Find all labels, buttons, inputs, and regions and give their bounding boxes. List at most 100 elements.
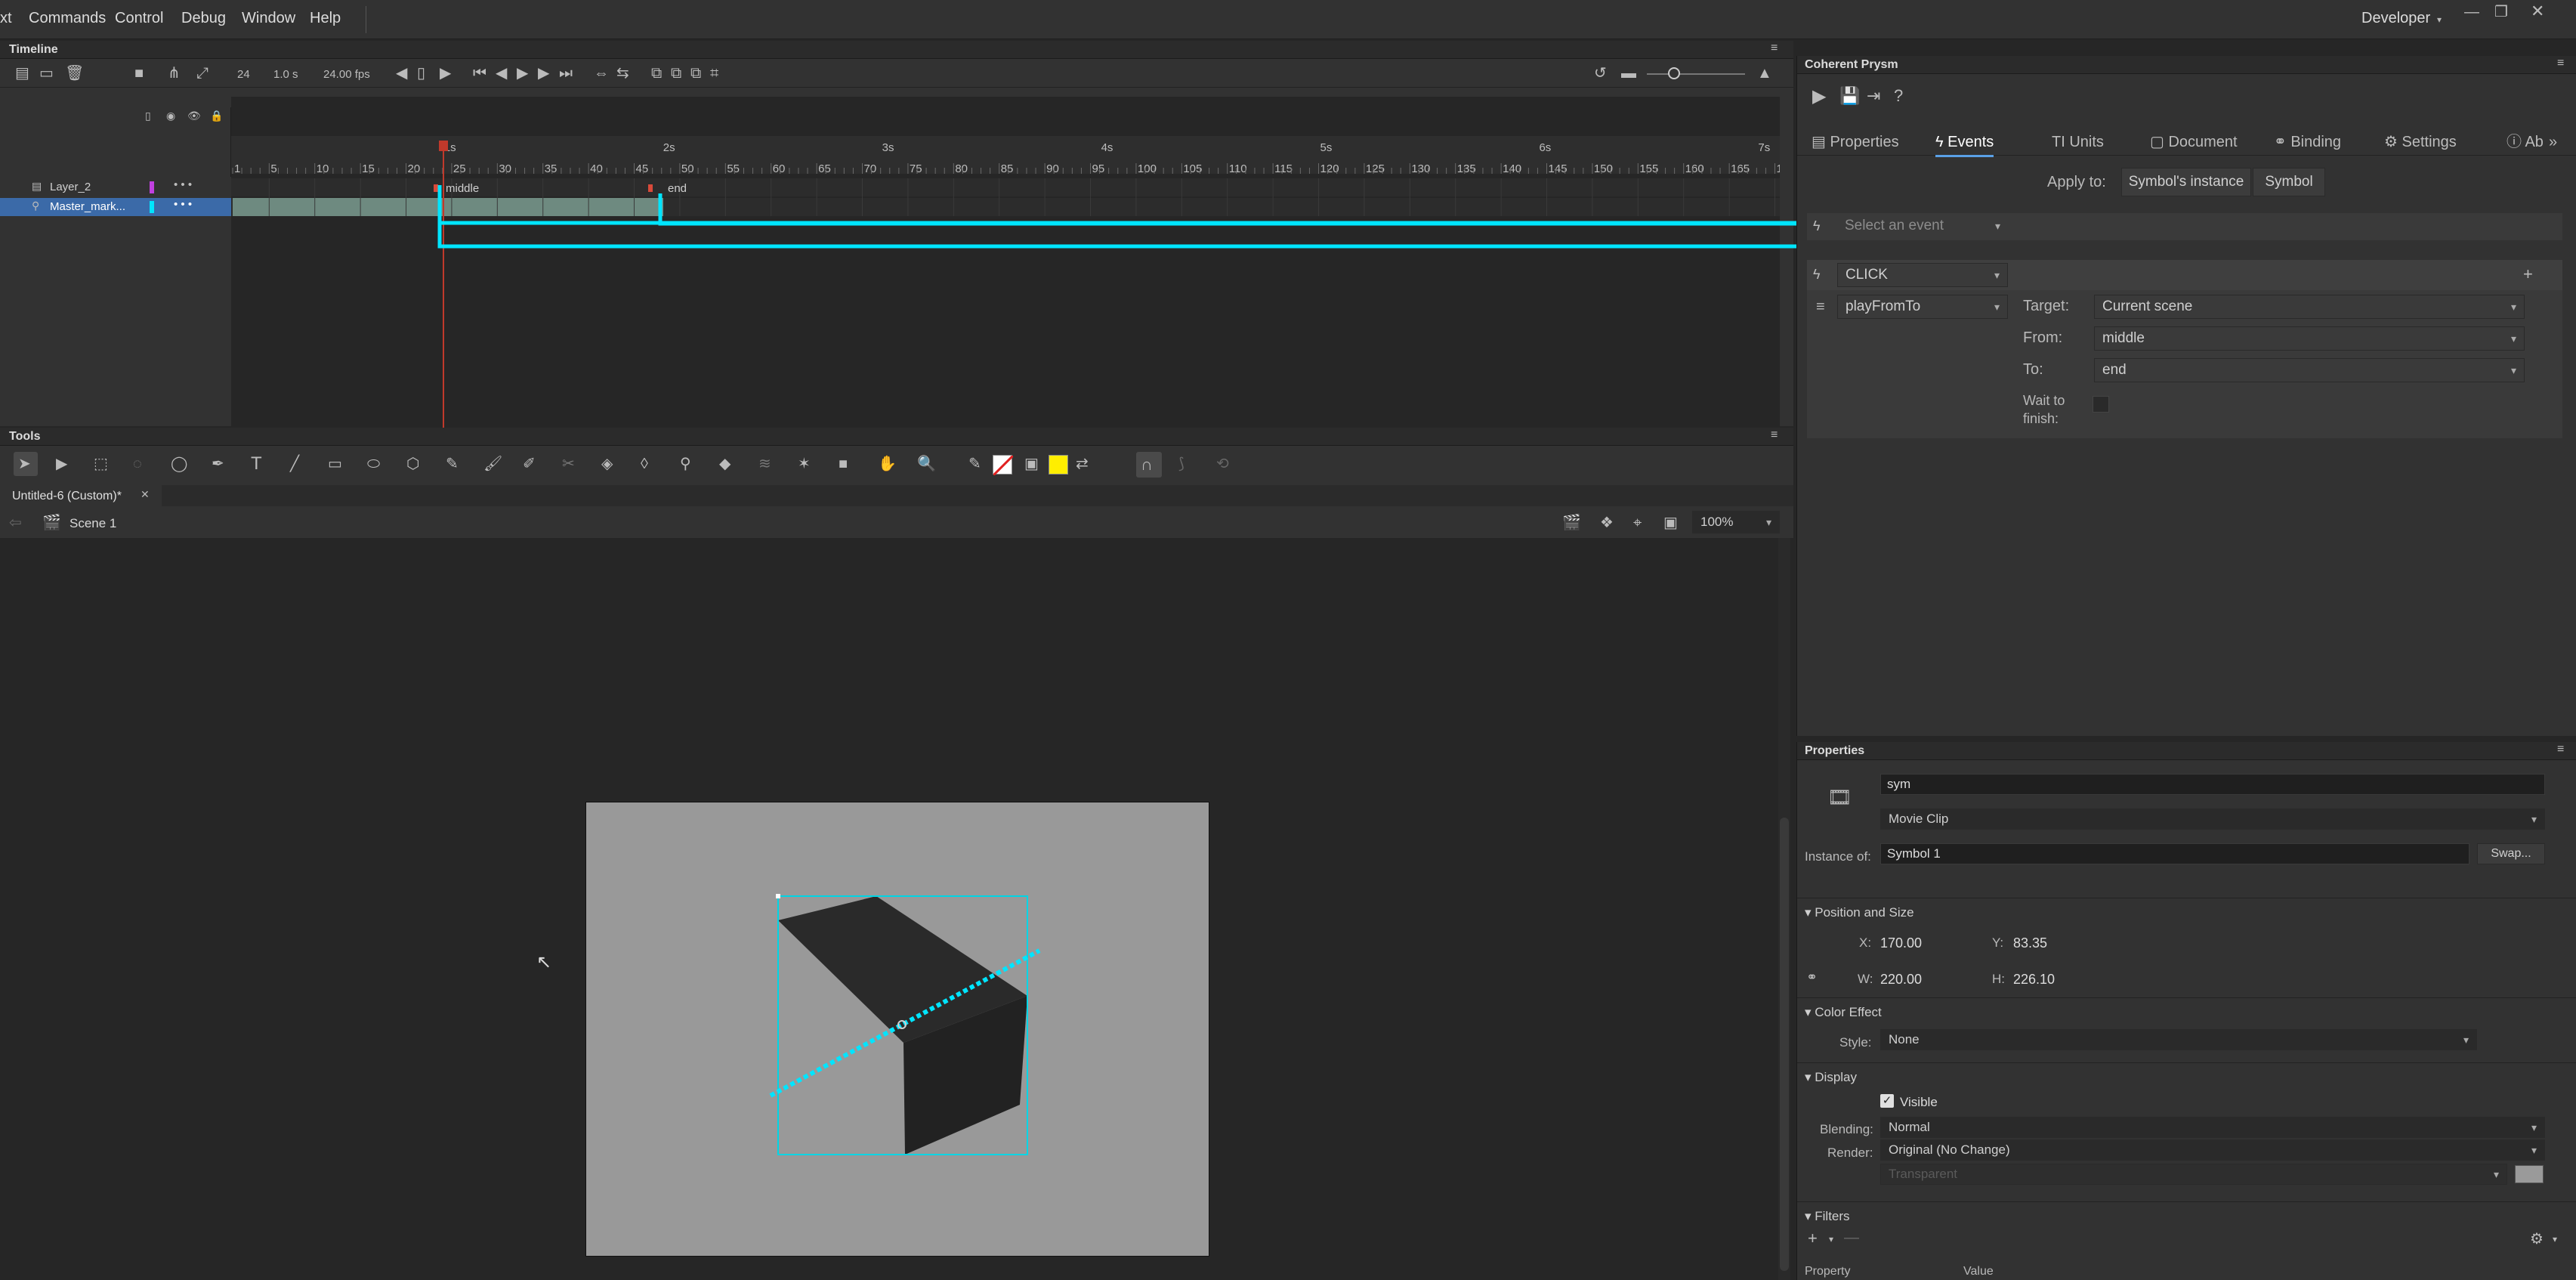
add-action-icon[interactable]: + [2523,266,2533,283]
lasso-icon[interactable]: ◯ [171,456,187,471]
document-tab[interactable]: Untitled-6 (Custom)* ✕ [0,485,162,506]
render-dropdown[interactable]: Original (No Change) ▾ [1880,1139,2545,1161]
menu-item-debug[interactable]: Debug [181,10,226,27]
last-frame-icon[interactable]: ⏭ [559,66,573,81]
symbol-instance[interactable] [755,884,1058,1171]
frame-rate[interactable]: 24.00 fps [323,68,370,81]
event-dropdown[interactable]: CLICK ▾ [1837,263,2008,287]
prev-keyframe-icon[interactable]: ◀ [396,66,407,81]
line-tool-icon[interactable]: ╱ [290,456,299,471]
playhead-handle[interactable] [439,141,448,151]
current-time[interactable]: 1.0 s [273,68,298,81]
menu-item-help[interactable]: Help [310,10,341,27]
close-icon[interactable]: ✕ [141,489,150,499]
new-folder-icon[interactable]: ▭ [39,66,54,81]
action-dropdown[interactable]: playFromTo ▾ [1837,295,2008,319]
edit-symbol-icon[interactable]: ❖ [1600,515,1614,530]
new-layer-icon[interactable]: ▤ [15,66,29,81]
smooth-icon[interactable]: ⟆ [1178,456,1185,471]
menu-item-window[interactable]: Window [242,10,295,27]
step-back-icon[interactable]: ◀ [496,66,507,81]
eraser-icon[interactable]: ◆ [719,456,730,471]
onion-skin-icon[interactable]: ⧉ [651,66,662,81]
graph-icon[interactable]: ⤢ [196,66,208,81]
help-icon[interactable]: ? [1894,88,1903,104]
clip-icon[interactable]: ▣ [1663,515,1678,530]
restore-icon[interactable]: ❐ [2494,5,2508,20]
next-keyframe-icon[interactable]: ▶ [440,66,451,81]
step-forward-icon[interactable]: ▶ [538,66,549,81]
position-size-section[interactable]: ▾ Position and Size [1805,905,1914,920]
first-frame-icon[interactable]: ⏮ [473,66,486,81]
stroke-color-icon[interactable]: ✎ [968,456,981,471]
stroke-color-swatch[interactable] [992,454,1015,477]
tab-properties[interactable]: ▤ Properties [1812,127,1899,157]
workspace-switcher[interactable]: Developer [2361,10,2430,27]
swap-button[interactable]: Swap... [2477,843,2545,864]
keyframe-icon[interactable]: ▯ [417,66,425,81]
onion-outline-icon[interactable]: ⧉ [671,66,681,81]
target-dropdown[interactable]: Current scene ▾ [2094,295,2525,319]
straighten-icon[interactable]: ⟲ [1216,456,1229,471]
camera-icon[interactable]: ■ [134,66,144,81]
symbol-type-dropdown[interactable]: Movie Clip ▾ [1880,809,2545,830]
pen-tool-icon[interactable]: ✒ [212,456,224,471]
zoom-in-icon[interactable]: ▲ [1757,66,1772,81]
export-icon[interactable]: ⇥ [1867,88,1880,104]
drag-handle-icon[interactable]: ≡ [1816,299,1825,314]
brush-tool-icon[interactable]: ✐ [523,456,536,471]
modify-markers-icon[interactable]: ⌗ [710,66,718,81]
layer-row-master[interactable]: ⚲ Master_mark... • • • [0,198,231,216]
center-frame-icon[interactable]: ⇆ [616,66,629,81]
parent-view-icon[interactable]: ⋔ [168,66,181,81]
panel-menu-icon[interactable]: ≡ [2557,57,2564,70]
h-value[interactable]: 226.10 [2013,972,2055,988]
free-transform-icon[interactable]: ⬚ [94,456,108,471]
background-color-swatch[interactable] [2515,1165,2544,1183]
menu-item-text[interactable]: xt [0,10,12,27]
add-filter-icon[interactable]: + [1808,1230,1818,1247]
apply-symbol-button[interactable]: Symbol [2253,168,2325,196]
apply-symbol-instance-button[interactable]: Symbol's instance [2121,168,2251,196]
selection-tool-icon[interactable]: ➤ [18,456,31,471]
panel-menu-icon[interactable]: ≡ [1771,42,1778,54]
layer-name[interactable]: Layer_2 [50,181,91,193]
asset-warp-icon[interactable]: ✶ [798,456,811,471]
oval-tool-icon[interactable]: ⬭ [367,456,380,471]
tab-settings[interactable]: ⚙ Settings [2384,127,2457,157]
subselection-tool-icon[interactable]: ▶ [56,456,67,471]
to-dropdown[interactable]: end ▾ [2094,358,2525,382]
edit-multiple-icon[interactable]: ⧉ [690,66,701,81]
blending-dropdown[interactable]: Normal ▾ [1880,1117,2545,1138]
center-stage-icon[interactable]: ⌖ [1633,515,1642,530]
instance-name-field[interactable]: sym [1880,774,2545,795]
zoom-out-icon[interactable]: ▬ [1621,66,1636,81]
play-icon[interactable]: ▶ [1812,88,1826,106]
pencil-tool-icon[interactable]: ✎ [446,456,459,471]
play-icon[interactable]: ▶ [517,66,528,81]
swap-colors-icon[interactable]: ⇄ [1076,456,1089,471]
visible-checkbox[interactable]: ✓ [1880,1094,1894,1108]
minimize-icon[interactable]: — [2464,5,2479,20]
link-icon[interactable]: ⚭ [1806,970,1818,984]
snap-magnet-icon[interactable]: ∩ [1141,456,1153,473]
lock-icon[interactable]: 🔒 [210,110,223,121]
highlight-icon[interactable]: ◉ [166,110,175,121]
eyedropper-icon[interactable]: ⚲ [680,456,691,471]
close-icon[interactable]: ✕ [2531,3,2544,20]
frame-label-end[interactable]: end [668,182,687,195]
tab-units[interactable]: TI Units [2052,127,2104,157]
menu-item-control[interactable]: Control [115,10,163,27]
loop-icon[interactable]: ⇔ [594,66,609,81]
w-value[interactable]: 220.00 [1880,972,1922,988]
timeline-zoom-slider[interactable] [1647,73,1745,75]
scene-name[interactable]: Scene 1 [69,516,116,531]
tab-binding[interactable]: ⚭ Binding [2274,127,2341,157]
save-icon[interactable]: 💾 [1839,88,1860,104]
display-section[interactable]: ▾ Display [1805,1070,1857,1085]
polystar-tool-icon[interactable]: ⬡ [406,456,419,471]
select-event-dropdown[interactable]: Select an event ▾ [1837,215,2008,239]
scrollbar-thumb[interactable] [1780,818,1789,1271]
timeline-frames[interactable]: 1s 2s 3s 4s 5s 6s 7s1 5 10 15 20 25 30 35 40 45 50 55 60 65… [231,97,1780,452]
width-tool-icon[interactable]: ≋ [758,456,771,471]
